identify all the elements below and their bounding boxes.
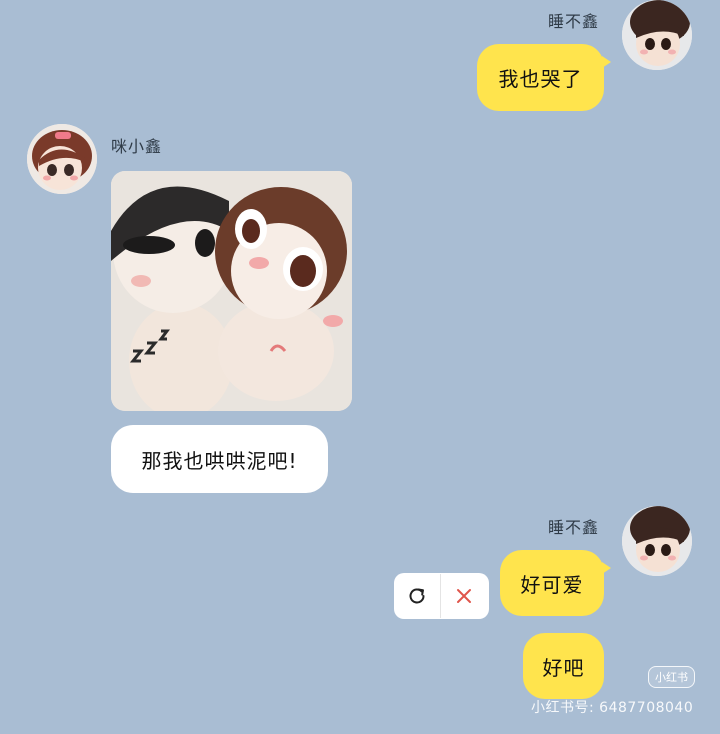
message-image[interactable] [111, 171, 352, 411]
message-bubble-sent[interactable]: 我也哭了 [477, 44, 611, 111]
message-text: 好可爱 [520, 572, 584, 597]
refresh-icon [409, 588, 425, 604]
message-text: 我也哭了 [498, 67, 583, 91]
watermark-badge: 小红书 [648, 666, 695, 688]
sender-name: 睡不鑫 [548, 518, 600, 537]
avatar-sender-right[interactable] [622, 506, 692, 576]
sender-name: 咪小鑫 [111, 137, 163, 156]
watermark-id: 小红书号: 6487708040 [531, 700, 694, 716]
avatar-sender-left[interactable] [27, 124, 97, 194]
message-text: 那我也哄哄泥吧! [141, 448, 298, 473]
message-bubble-sent[interactable]: 好可爱 [500, 550, 611, 616]
message-bubble-sent[interactable]: 好吧 [523, 633, 604, 699]
retry-button[interactable] [394, 574, 440, 618]
avatar-sender-right[interactable] [622, 0, 692, 70]
close-icon [457, 589, 471, 603]
message-text: 好吧 [542, 655, 585, 680]
message-actions [394, 573, 489, 619]
cancel-button[interactable] [441, 574, 487, 618]
message-bubble-received[interactable]: 那我也哄哄泥吧! [111, 425, 328, 493]
sender-name: 睡不鑫 [548, 12, 600, 31]
